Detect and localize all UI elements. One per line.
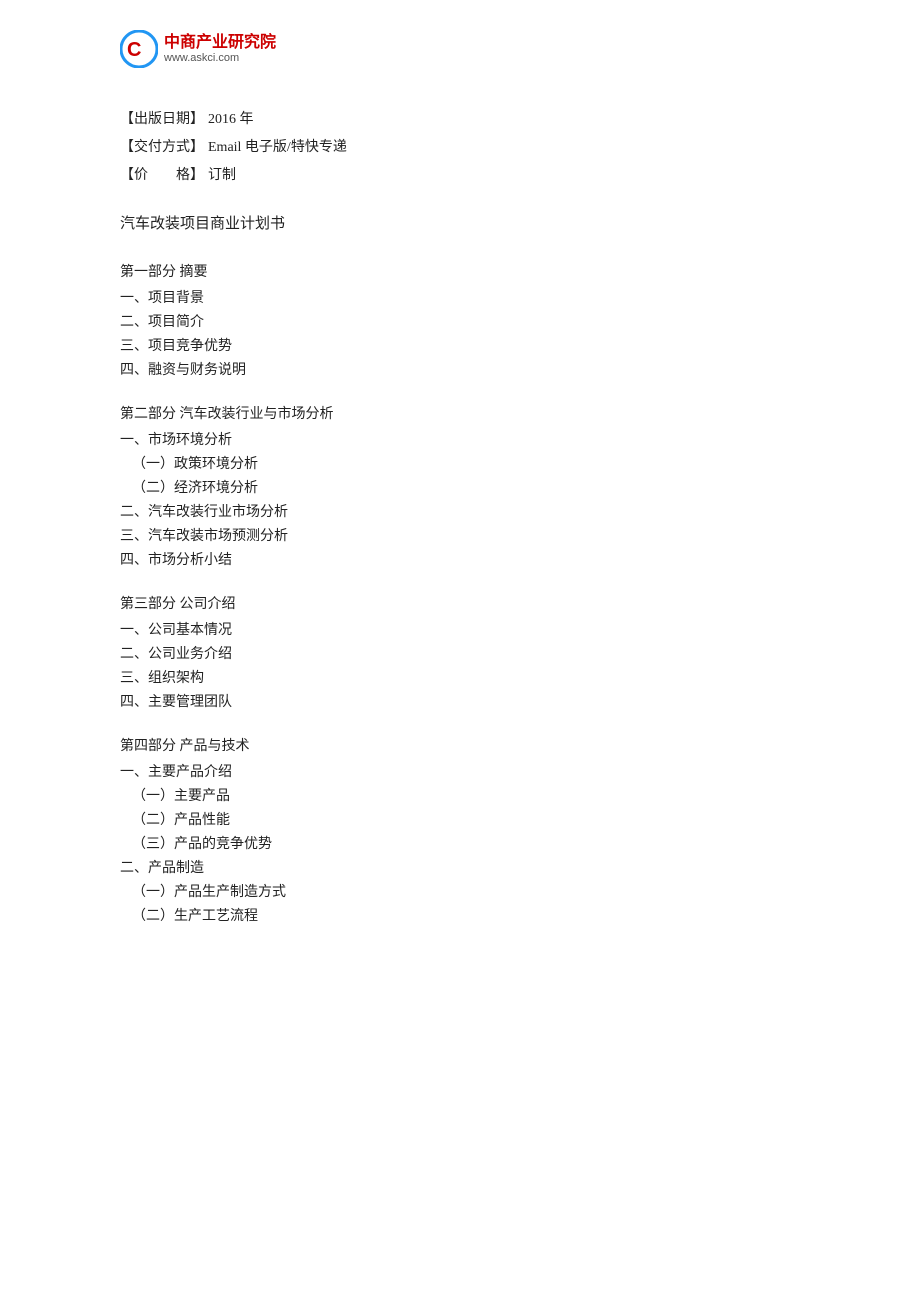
logo-name: 中商产业研究院 [164, 33, 276, 52]
price-label: 【价 格】 [120, 164, 204, 184]
section-header-0: 第一部分 摘要 [120, 261, 800, 281]
section-0-item-0: 一、项目背景 [120, 287, 800, 307]
logo-container: C 中商产业研究院 www.askci.com [120, 30, 276, 68]
section-group-2: 第三部分 公司介绍一、公司基本情况二、公司业务介绍三、组织架构四、主要管理团队 [120, 593, 800, 711]
publish-date-label: 【出版日期】 [120, 108, 204, 128]
section-group-3: 第四部分 产品与技术一、主要产品介绍 （一）主要产品 （二）产品性能 （三）产品的竞争… [120, 735, 800, 925]
delivery-label: 【交付方式】 [120, 136, 204, 156]
section-3-item-2: （二）产品性能 [120, 809, 800, 829]
delivery-row: 【交付方式】 Email 电子版/特快专递 [120, 136, 800, 156]
section-group-0: 第一部分 摘要一、项目背景二、项目简介三、项目竞争优势四、融资与财务说明 [120, 261, 800, 379]
section-2-item-0: 一、公司基本情况 [120, 619, 800, 639]
section-0-item-1: 二、项目简介 [120, 311, 800, 331]
section-header-2: 第三部分 公司介绍 [120, 593, 800, 613]
section-1-item-4: 三、汽车改装市场预测分析 [120, 525, 800, 545]
page-container: C 中商产业研究院 www.askci.com 【出版日期】 2016 年 【交… [0, 0, 920, 1302]
section-header-3: 第四部分 产品与技术 [120, 735, 800, 755]
section-3-item-0: 一、主要产品介绍 [120, 761, 800, 781]
publish-date-row: 【出版日期】 2016 年 [120, 108, 800, 128]
price-row: 【价 格】 订制 [120, 164, 800, 184]
section-2-item-1: 二、公司业务介绍 [120, 643, 800, 663]
section-3-item-5: （一）产品生产制造方式 [120, 881, 800, 901]
section-3-item-6: （二）生产工艺流程 [120, 905, 800, 925]
logo-url: www.askci.com [164, 52, 276, 65]
section-3-item-3: （三）产品的竞争优势 [120, 833, 800, 853]
section-0-item-3: 四、融资与财务说明 [120, 359, 800, 379]
section-2-item-3: 四、主要管理团队 [120, 691, 800, 711]
section-1-item-2: （二）经济环境分析 [120, 477, 800, 497]
section-1-item-5: 四、市场分析小结 [120, 549, 800, 569]
logo-icon: C [120, 30, 158, 68]
section-2-item-2: 三、组织架构 [120, 667, 800, 687]
price-value: 订制 [208, 164, 236, 184]
logo-text-block: 中商产业研究院 www.askci.com [164, 33, 276, 65]
info-block: 【出版日期】 2016 年 【交付方式】 Email 电子版/特快专递 【价 格… [120, 108, 800, 184]
delivery-value: Email 电子版/特快专递 [208, 136, 347, 156]
section-1-item-1: （一）政策环境分析 [120, 453, 800, 473]
section-3-item-1: （一）主要产品 [120, 785, 800, 805]
section-1-item-0: 一、市场环境分析 [120, 429, 800, 449]
section-3-item-4: 二、产品制造 [120, 857, 800, 877]
doc-title: 汽车改装项目商业计划书 [120, 212, 800, 233]
publish-date-value: 2016 年 [208, 108, 254, 128]
svg-text:C: C [127, 39, 141, 61]
section-header-1: 第二部分 汽车改装行业与市场分析 [120, 403, 800, 423]
section-0-item-2: 三、项目竞争优势 [120, 335, 800, 355]
header: C 中商产业研究院 www.askci.com [120, 30, 800, 68]
section-1-item-3: 二、汽车改装行业市场分析 [120, 501, 800, 521]
sections-container: 第一部分 摘要一、项目背景二、项目简介三、项目竞争优势四、融资与财务说明第二部分… [120, 261, 800, 925]
section-group-1: 第二部分 汽车改装行业与市场分析一、市场环境分析 （一）政策环境分析 （二）经济环境… [120, 403, 800, 569]
